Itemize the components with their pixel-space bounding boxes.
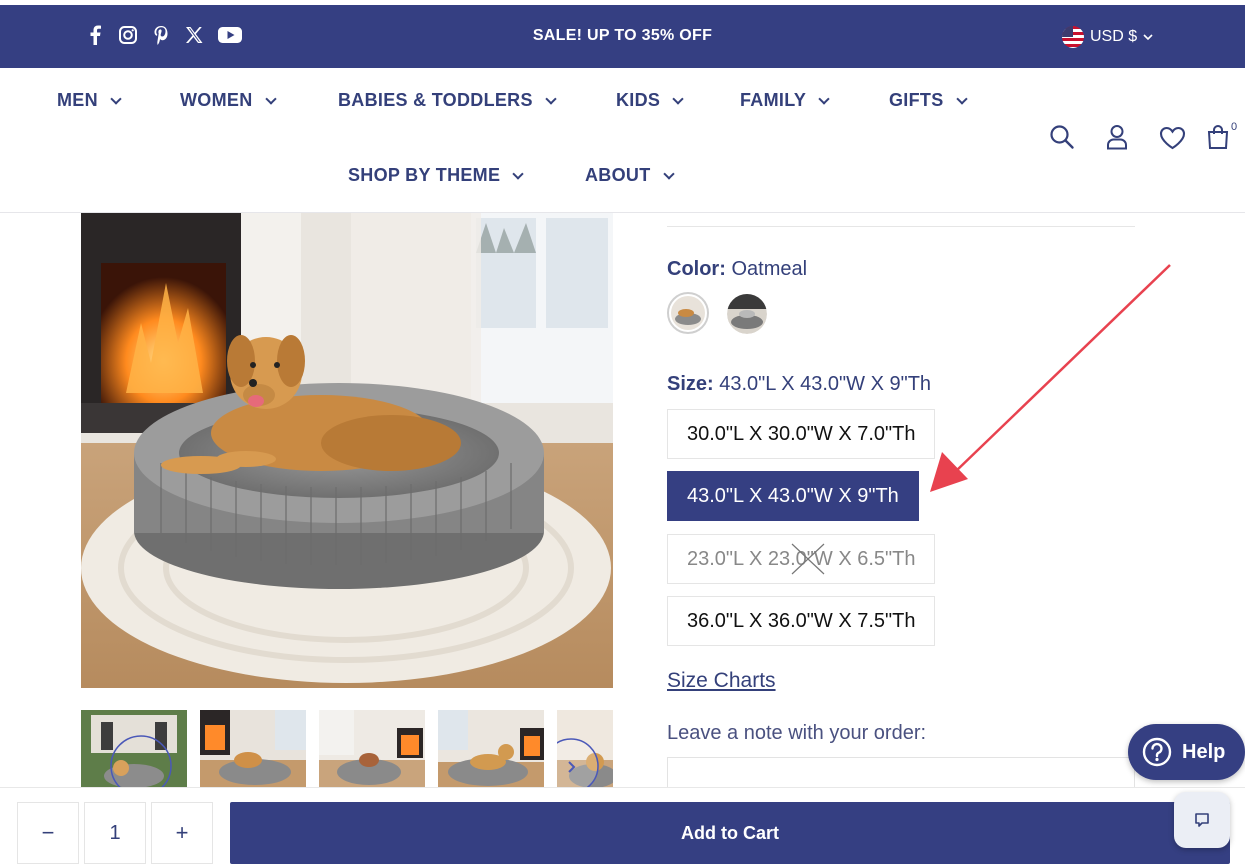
thumbnail-3[interactable] <box>319 710 425 788</box>
announcement-bar: SALE! UP TO 35% OFF USD $ <box>0 5 1245 68</box>
sticky-cart-bar: − 1 + Add to Cart <box>0 787 1245 865</box>
annotation-arrow <box>930 264 1171 492</box>
account-icon[interactable] <box>1105 124 1129 150</box>
nav-item-men[interactable]: MEN <box>57 90 122 111</box>
nav-label: ABOUT <box>585 165 651 185</box>
chat-bubble-icon <box>1195 813 1209 827</box>
nav-item-about[interactable]: ABOUT <box>585 165 675 186</box>
search-icon[interactable] <box>1049 124 1075 150</box>
chevron-down-icon <box>110 92 122 105</box>
quantity-decrease-button[interactable]: − <box>17 802 79 864</box>
size-option-43-selected[interactable]: 43.0"L X 43.0"W X 9"Th <box>667 471 919 521</box>
nav-label: FAMILY <box>740 90 807 110</box>
color-swatch-oatmeal[interactable] <box>667 292 709 334</box>
nav-label: MEN <box>57 90 98 110</box>
size-charts-link[interactable]: Size Charts <box>667 669 776 693</box>
size-value: 43.0"L X 43.0"W X 9"Th <box>719 373 932 395</box>
currency-selector[interactable]: USD $ <box>1062 26 1153 48</box>
size-label: Size: <box>667 373 714 395</box>
nav-item-babies-toddlers[interactable]: BABIES & TODDLERS <box>338 90 557 111</box>
size-option-36[interactable]: 36.0"L X 36.0"W X 7.5"Th <box>667 596 936 646</box>
product-main-image[interactable] <box>81 213 613 688</box>
chevron-down-icon <box>545 92 557 105</box>
thumbnail-5[interactable] <box>557 710 613 788</box>
chevron-down-icon <box>672 92 684 105</box>
main-navigation: MEN WOMEN BABIES & TODDLERS KIDS FAMILY … <box>0 68 1245 213</box>
sale-banner-text: SALE! UP TO 35% OFF <box>532 27 713 44</box>
help-button[interactable]: Help <box>1128 724 1245 780</box>
question-circle-icon <box>1142 737 1172 767</box>
nav-item-gifts[interactable]: GIFTS <box>889 90 968 111</box>
size-option-30[interactable]: 30.0"L X 30.0"W X 7.0"Th <box>667 409 936 459</box>
color-selector-label: Color: Oatmeal <box>667 258 807 281</box>
quantity-input[interactable]: 1 <box>84 802 146 864</box>
thumbnail-strip <box>81 710 613 788</box>
color-value: Oatmeal <box>731 258 808 280</box>
quantity-increase-button[interactable]: + <box>151 802 213 864</box>
add-to-cart-button[interactable]: Add to Cart <box>230 802 1230 864</box>
nav-label: GIFTS <box>889 90 944 110</box>
help-label: Help <box>1182 740 1226 763</box>
chevron-down-icon <box>955 92 968 105</box>
order-note-label: Leave a note with your order: <box>667 722 927 744</box>
thumbnail-2[interactable] <box>200 710 306 788</box>
color-label: Color: <box>667 258 726 280</box>
size-option-23-unavailable[interactable]: 23.0"L X 23.0"W X 6.5"Th <box>667 534 936 584</box>
nav-label: SHOP BY THEME <box>348 165 501 185</box>
chevron-down-icon <box>512 167 524 180</box>
nav-label: KIDS <box>616 90 661 110</box>
wishlist-heart-icon[interactable] <box>1159 126 1186 150</box>
nav-item-family[interactable]: FAMILY <box>740 90 830 111</box>
nav-item-women[interactable]: WOMEN <box>180 90 277 111</box>
chevron-down-icon <box>818 92 830 105</box>
color-swatch-grey[interactable] <box>727 294 767 334</box>
unavailable-cross-icon <box>791 543 825 575</box>
thumbnail-1[interactable] <box>81 710 187 788</box>
cart-bag-icon[interactable] <box>1207 124 1229 150</box>
chevron-down-icon <box>662 167 675 180</box>
nav-label: BABIES & TODDLERS <box>338 90 533 110</box>
divider <box>667 226 1135 227</box>
cart-count-badge: 0 <box>1231 121 1238 133</box>
nav-item-kids[interactable]: KIDS <box>616 90 684 111</box>
chevron-down-icon <box>1143 34 1153 41</box>
size-selector-label: Size: 43.0"L X 43.0"W X 9"Th <box>667 373 931 396</box>
nav-item-shop-by-theme[interactable]: SHOP BY THEME <box>348 165 524 186</box>
nav-label: WOMEN <box>180 90 253 110</box>
chat-widget-button[interactable] <box>1174 792 1230 848</box>
us-flag-icon <box>1062 26 1084 48</box>
currency-label: USD $ <box>1090 28 1138 45</box>
thumbnail-4[interactable] <box>438 710 544 788</box>
chevron-down-icon <box>264 92 277 105</box>
